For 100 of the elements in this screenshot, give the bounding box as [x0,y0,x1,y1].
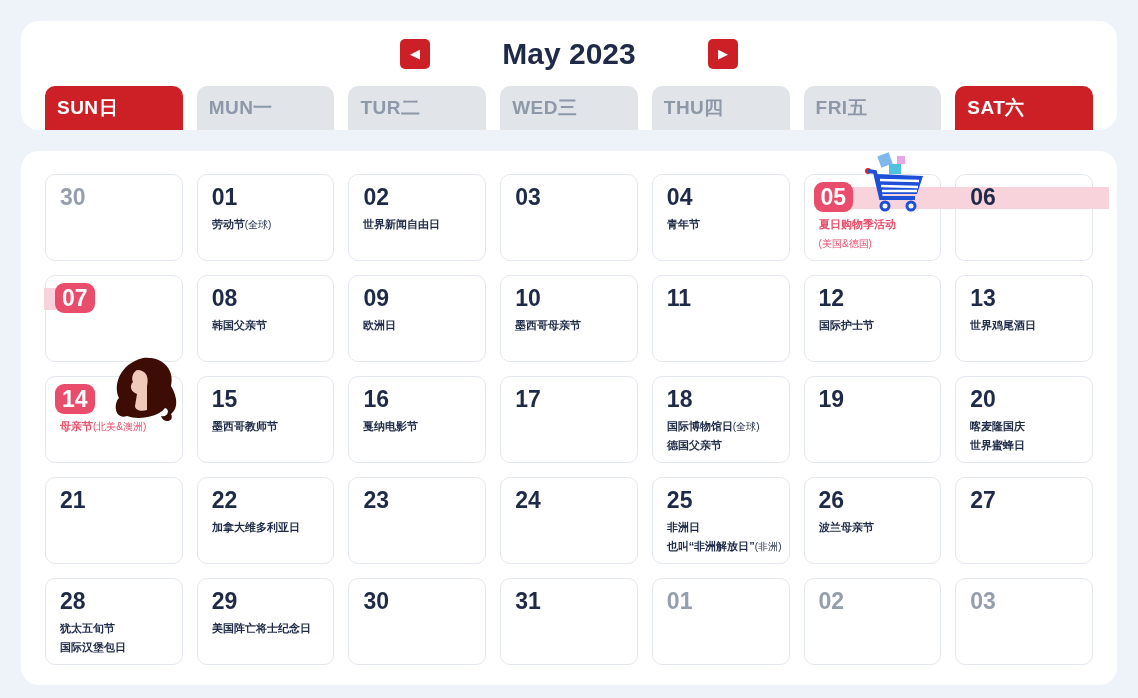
weekday-header: WED三 [500,86,638,130]
weekday-header: FRI五 [803,86,942,130]
day-cell[interactable] [348,275,487,362]
holiday-note: 欧洲日 [363,318,397,333]
day-number: 15 [210,385,239,414]
day-number: 04 [665,183,694,212]
holiday-note: 喀麦隆国庆 [970,419,1026,434]
day-number: 06 [969,183,997,212]
day-cell[interactable] [348,578,487,665]
day-number: 01 [210,183,239,212]
holiday-note: 国际护士节 [818,318,874,333]
day-number: 19 [817,385,846,414]
day-number: 29 [210,587,239,616]
holiday-note: 母亲节(北美&澳洲) [60,419,147,434]
weekday-header: SUN日 [45,86,183,130]
day-cell[interactable] [196,275,335,362]
holiday-note: 夏日购物季活动 [818,217,896,232]
day-cell[interactable] [196,376,335,463]
day-cell[interactable] [803,578,942,665]
holiday-note: 国际汉堡包日 [60,640,126,655]
day-cell[interactable] [651,174,790,261]
day-number: 30 [362,587,390,616]
day-cell[interactable] [500,275,638,362]
day-cell[interactable] [196,174,335,261]
next-month-button[interactable]: ▶ [707,38,738,69]
day-cell[interactable] [500,376,638,463]
day-number: 20 [969,385,997,414]
day-number: 14 [55,384,95,414]
day-cell[interactable] [651,578,790,665]
day-cell[interactable] [196,578,335,665]
day-number: 13 [969,284,997,313]
day-cell[interactable] [348,174,487,261]
day-number: 10 [514,284,542,313]
day-number: 21 [59,486,87,515]
previous-month-button[interactable]: ◀ [400,38,431,69]
day-number: 09 [362,284,390,313]
day-cell[interactable] [45,578,183,665]
day-number: 23 [362,486,390,515]
month-title: May 2023 [502,36,636,72]
day-cell[interactable] [196,477,335,564]
day-number: 26 [817,486,846,515]
holiday-note: 国际博物馆日(全球) [666,419,760,434]
day-cell[interactable] [955,376,1093,463]
day-cell[interactable] [348,477,487,564]
day-cell[interactable] [955,578,1093,665]
holiday-note: 也叫“非洲解放日”(非洲) [666,539,782,554]
day-number: 16 [362,385,390,414]
day-cell[interactable] [500,477,638,564]
day-number: 03 [514,183,542,212]
day-number: 11 [665,284,693,313]
day-number: 02 [362,183,390,212]
day-number: 02 [817,587,846,616]
day-cell[interactable] [45,477,183,564]
weekday-header: MUN一 [196,86,335,130]
day-number: 01 [665,587,694,616]
holiday-note: (美国&德国) [818,237,873,251]
holiday-note: 戛纳电影节 [363,419,419,434]
day-cell[interactable] [651,275,790,362]
holiday-note: 墨西哥教师节 [211,419,278,434]
day-cell[interactable] [500,578,638,665]
day-cell[interactable] [955,477,1093,564]
holiday-note: 青年节 [666,217,700,232]
day-number: 28 [59,587,87,616]
day-cell[interactable] [651,477,790,564]
day-number: 25 [665,486,694,515]
day-number: 27 [969,486,997,515]
holiday-note: 世界鸡尾酒日 [970,318,1037,333]
day-cell[interactable] [45,275,183,362]
day-number: 07 [55,283,95,313]
day-cell[interactable] [651,376,790,463]
day-cell[interactable] [45,174,183,261]
holiday-note: 世界蜜蜂日 [970,438,1026,453]
day-number: 31 [514,587,542,616]
holiday-note: 非洲日 [666,520,701,535]
day-number: 08 [210,284,239,313]
holiday-note: 犹太五旬节 [60,621,116,636]
day-cell[interactable] [803,376,942,463]
holiday-note: 美国阵亡将士纪念日 [211,621,311,636]
day-cell[interactable] [500,174,638,261]
day-cell[interactable] [955,275,1093,362]
day-number: 05 [813,182,854,212]
day-number: 24 [514,486,542,515]
weekday-header: SAT六 [955,86,1093,130]
day-number: 22 [210,486,239,515]
day-cell[interactable] [803,275,942,362]
holiday-note: 波兰母亲节 [818,520,874,535]
holiday-note: 韩国父亲节 [211,318,267,333]
day-cell[interactable] [803,477,942,564]
day-cell[interactable] [348,376,487,463]
holiday-note: 劳动节(全球) [211,217,272,232]
holiday-note: 世界新闻自由日 [363,217,441,232]
weekday-header: TUR二 [348,86,487,130]
day-number: 17 [514,385,542,414]
holiday-note: 加拿大维多利亚日 [211,520,300,535]
day-number: 03 [969,587,997,616]
day-number: 30 [59,183,87,212]
weekday-header: THU四 [651,86,790,130]
day-number: 12 [817,284,846,313]
holiday-note: 墨西哥母亲节 [515,318,582,333]
holiday-note: 德国父亲节 [666,438,723,453]
